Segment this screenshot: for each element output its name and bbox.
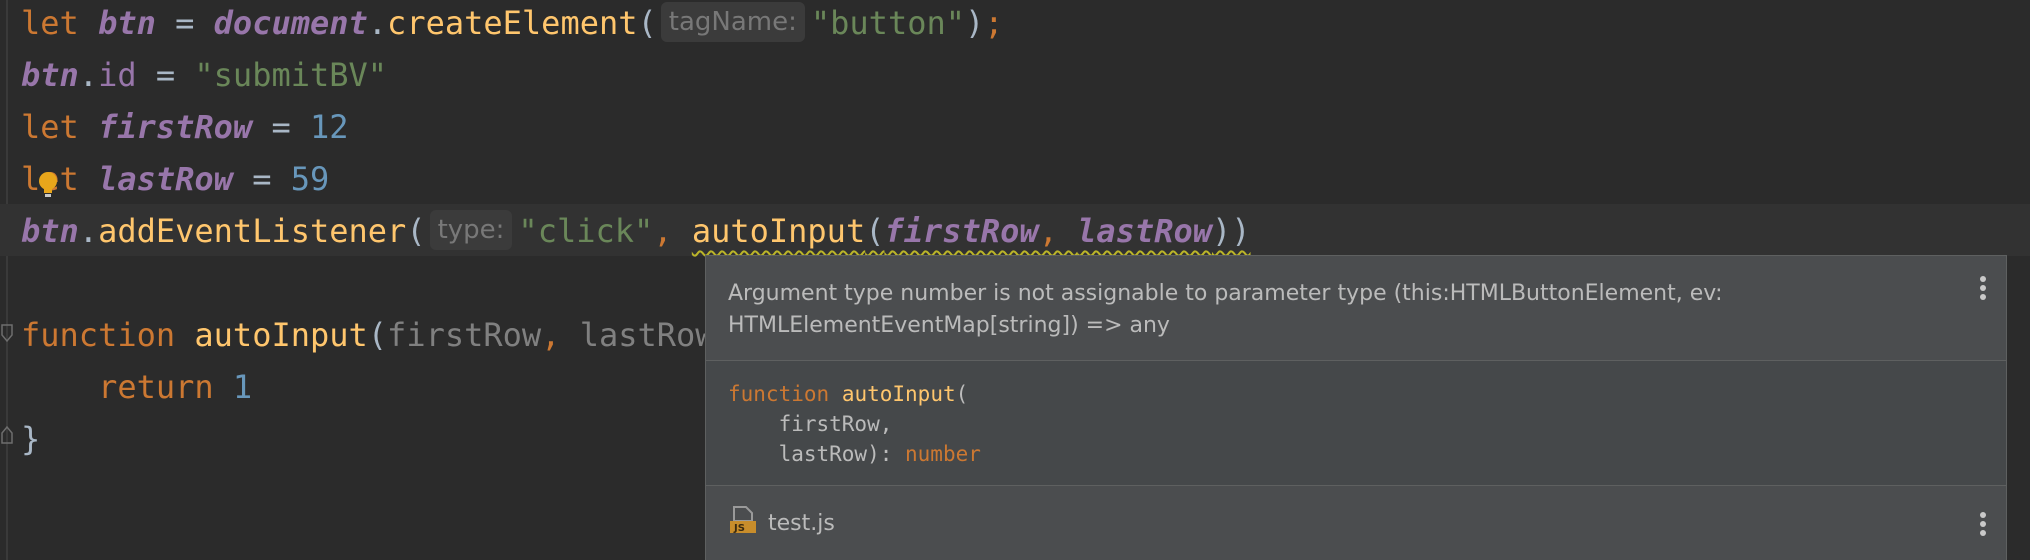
code-line-5[interactable]: btn.addEventListener(type: "click", autoI… [21, 205, 1251, 257]
number-literal: 1 [232, 368, 253, 406]
keyword: let [21, 4, 79, 42]
function-name: autoInput [194, 316, 368, 354]
operator: = [252, 108, 310, 146]
paren-open: ( [637, 4, 657, 42]
function-name: autoInput [841, 382, 956, 406]
string-literal: "button" [810, 4, 965, 42]
paren-open: ( [955, 382, 969, 406]
operator: = [136, 56, 195, 94]
fold-icon[interactable] [0, 323, 14, 343]
function-call: autoInput [691, 212, 866, 250]
comma: , [1038, 212, 1078, 250]
parameter-hint: type: [429, 210, 513, 250]
paren-close: ) [965, 4, 985, 42]
code-editor[interactable]: let btn = document.createElement(tagName… [0, 0, 2030, 560]
number-literal: 12 [309, 108, 349, 146]
signature-param: lastRow): [778, 442, 906, 466]
parameter: lastRow [579, 316, 715, 354]
comma: , [653, 212, 692, 250]
file-name[interactable]: test.js [768, 511, 835, 536]
variable: btn [21, 212, 79, 250]
svg-text:JS: JS [733, 523, 745, 534]
method-name: addEventListener [98, 212, 407, 250]
string-literal: "click" [518, 212, 654, 250]
operator: = [155, 4, 214, 42]
variable: btn [98, 4, 156, 42]
paren-open: ( [406, 212, 426, 250]
lightbulb-icon[interactable] [36, 170, 60, 200]
code-line-4[interactable]: let lastRow = 59 [21, 153, 329, 205]
dot: . [78, 212, 99, 250]
signature-param: firstRow, [778, 412, 893, 436]
code-line-9[interactable]: } [21, 413, 40, 465]
code-line-8[interactable]: return 1 [21, 361, 252, 413]
closing-brace: } [21, 420, 41, 458]
comma: , [541, 316, 580, 354]
paren-open: ( [865, 212, 885, 250]
method-name: createElement [387, 4, 638, 42]
code-line-2[interactable]: btn.id = "submitBV" [21, 49, 387, 101]
fold-end-icon[interactable] [0, 425, 14, 445]
operator: = [232, 160, 291, 198]
code-line-7[interactable]: function autoInput(firstRow, lastRow [21, 309, 715, 361]
code-line-3[interactable]: let firstRow = 12 [21, 101, 349, 153]
string-literal: "submitBV" [194, 56, 388, 94]
parameter-hint: tagName: [660, 2, 805, 42]
dot: . [367, 4, 388, 42]
variable: lastRow [98, 160, 233, 198]
argument: lastRow [1077, 212, 1212, 250]
paren-close: )) [1211, 212, 1251, 250]
variable: btn [21, 56, 79, 94]
js-file-icon: JS [730, 506, 756, 534]
dot: . [78, 56, 99, 94]
keyword: return [98, 368, 214, 406]
return-type: number [905, 442, 981, 466]
semicolon: ; [984, 4, 1004, 42]
function-signature: function autoInput( firstRow, lastRow): … [706, 361, 2006, 486]
parameter: firstRow [387, 316, 542, 354]
object: document [213, 4, 368, 42]
variable: firstRow [98, 108, 253, 146]
keyword: let [21, 108, 79, 146]
number-literal: 59 [290, 160, 330, 198]
source-file-row[interactable]: JS test.js [706, 486, 2006, 560]
keyword: function [728, 382, 830, 406]
paren-open: ( [367, 316, 388, 354]
more-options-icon[interactable] [1978, 512, 1988, 542]
error-expression[interactable]: autoInput(firstRow, lastRow)) [692, 212, 1251, 250]
more-options-icon[interactable] [1978, 276, 1988, 306]
error-message-text: Argument type number is not assignable t… [728, 281, 1723, 338]
error-tooltip-popup[interactable]: Argument type number is not assignable t… [705, 255, 2007, 560]
keyword: function [21, 316, 176, 354]
argument: firstRow [884, 212, 1039, 250]
property: id [98, 56, 137, 94]
code-line-1[interactable]: let btn = document.createElement(tagName… [21, 0, 1004, 49]
error-message: Argument type number is not assignable t… [706, 256, 2006, 361]
gutter-divider [6, 0, 8, 560]
